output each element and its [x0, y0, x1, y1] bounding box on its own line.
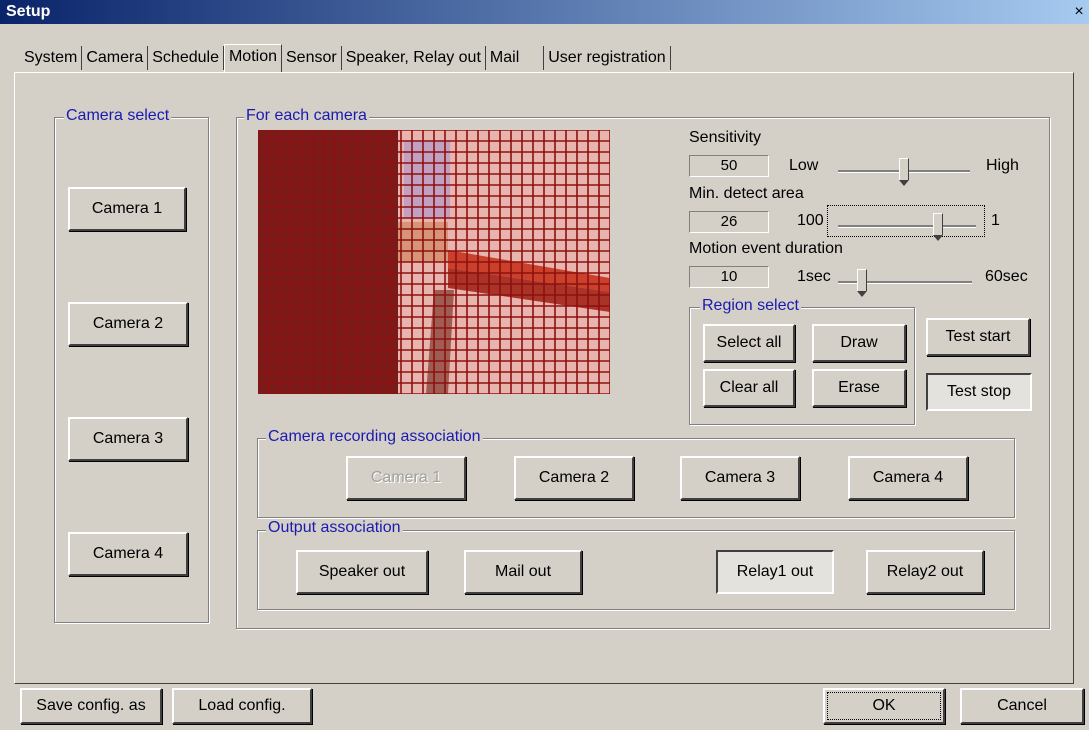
min-detect-area-high-label: 1 [991, 212, 1000, 229]
motion-event-duration-low-label: 1sec [797, 268, 831, 285]
save-config-as-button[interactable]: Save config. as [20, 688, 162, 724]
load-config-button[interactable]: Load config. [172, 688, 312, 724]
min-detect-area-low-label: 100 [797, 212, 824, 229]
recording-camera-4-button[interactable]: Camera 4 [848, 456, 968, 500]
tab-system[interactable]: System [20, 46, 83, 70]
tab-schedule[interactable]: Schedule [148, 46, 224, 70]
min-detect-area-focus-rect [827, 205, 985, 237]
sensitivity-label: Sensitivity [689, 129, 762, 146]
sensitivity-slider-thumb[interactable] [899, 158, 909, 186]
camera-image [258, 130, 610, 394]
camera-select-4-button[interactable]: Camera 4 [68, 532, 188, 576]
camera-select-1-button[interactable]: Camera 1 [68, 187, 186, 231]
window-title: Setup [6, 3, 51, 20]
camera-select-3-button[interactable]: Camera 3 [68, 417, 188, 461]
sensitivity-high-label: High [986, 157, 1019, 174]
cancel-button[interactable]: Cancel [960, 688, 1084, 724]
min-detect-area-slider-thumb[interactable] [932, 213, 943, 241]
for-each-camera-label: For each camera [244, 107, 369, 125]
speaker-out-button[interactable]: Speaker out [296, 550, 428, 594]
close-icon[interactable]: × [1069, 2, 1089, 22]
tab-strip: System Camera Schedule Motion Sensor Spe… [20, 44, 671, 72]
min-detect-area-slider-track[interactable] [838, 225, 976, 228]
sensitivity-value: 50 [689, 155, 769, 177]
test-start-button[interactable]: Test start [926, 318, 1030, 356]
mail-out-button[interactable]: Mail out [464, 550, 582, 594]
sensitivity-low-label: Low [789, 157, 819, 174]
motion-grid-preview[interactable] [258, 130, 610, 394]
camera-select-label: Camera select [64, 107, 172, 125]
min-detect-area-value: 26 [689, 211, 769, 233]
recording-camera-1-button[interactable]: Camera 1 [346, 456, 466, 500]
tab-user-registration[interactable]: User registration [544, 46, 671, 70]
camera-recording-association-label: Camera recording association [266, 428, 483, 446]
relay1-out-button[interactable]: Relay1 out [716, 550, 834, 594]
draw-button[interactable]: Draw [812, 324, 906, 362]
select-all-button[interactable]: Select all [703, 324, 795, 362]
erase-button[interactable]: Erase [812, 369, 906, 407]
motion-event-duration-value: 10 [689, 266, 769, 288]
title-bar [0, 0, 1089, 24]
recording-camera-3-button[interactable]: Camera 3 [680, 456, 800, 500]
motion-event-duration-slider-thumb[interactable] [856, 269, 867, 297]
tab-sensor[interactable]: Sensor [282, 46, 342, 70]
output-association-label: Output association [266, 519, 403, 537]
motion-event-duration-high-label: 60sec [985, 268, 1028, 285]
motion-event-duration-label: Motion event duration [689, 240, 843, 257]
min-detect-area-label: Min. detect area [689, 185, 804, 202]
recording-camera-2-button[interactable]: Camera 2 [514, 456, 634, 500]
tab-motion[interactable]: Motion [223, 44, 282, 72]
tab-camera[interactable]: Camera [82, 46, 149, 70]
region-select-label: Region select [700, 297, 801, 315]
relay2-out-button[interactable]: Relay2 out [866, 550, 984, 594]
camera-select-2-button[interactable]: Camera 2 [68, 302, 188, 346]
clear-all-button[interactable]: Clear all [703, 369, 795, 407]
tab-speaker-relay-out[interactable]: Speaker, Relay out [342, 46, 486, 70]
ok-button[interactable]: OK [823, 688, 945, 724]
test-stop-button[interactable]: Test stop [926, 373, 1032, 411]
tab-mail[interactable]: Mail [486, 46, 545, 70]
